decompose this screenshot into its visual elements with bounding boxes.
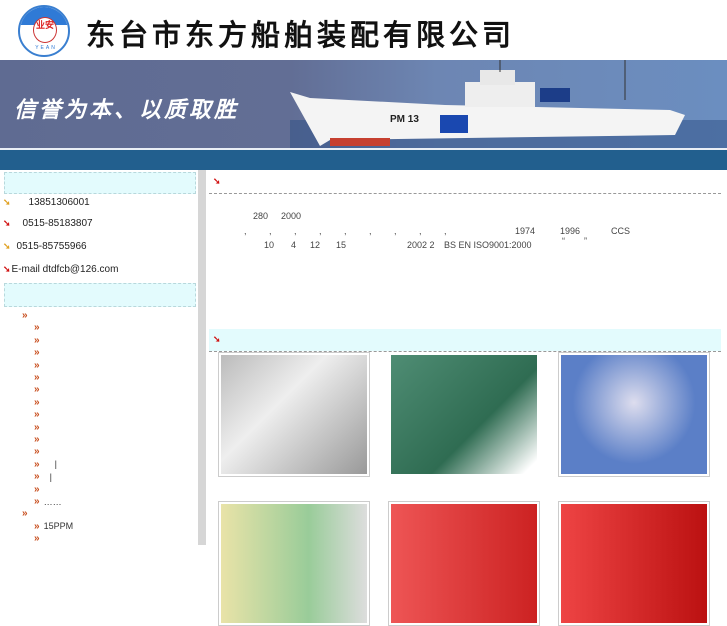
double-chevron-icon: » xyxy=(34,446,39,458)
double-chevron-icon: » xyxy=(34,471,39,483)
product-breathing-apparatus[interactable] xyxy=(558,352,710,477)
product-category-header xyxy=(4,283,196,307)
logo-sub: YEAN xyxy=(35,45,57,51)
menu-item[interactable]: » | xyxy=(34,471,52,482)
menu-item[interactable]: » 15PPM xyxy=(34,521,73,532)
about-text: “ xyxy=(562,236,565,246)
menu-item[interactable]: » xyxy=(34,322,44,333)
menu-item[interactable]: » xyxy=(34,434,44,445)
slogan: 信誉为本、以质取胜 xyxy=(14,98,240,123)
about-text: 1974 xyxy=(515,226,536,236)
double-chevron-icon: » xyxy=(34,334,39,346)
product-5[interactable] xyxy=(388,501,540,626)
column-separator xyxy=(198,170,206,545)
about-punct: , , , , , , , , , xyxy=(244,226,457,236)
double-chevron-icon: » xyxy=(34,372,39,383)
menu-item[interactable]: » xyxy=(34,484,44,495)
double-chevron-icon: » xyxy=(34,396,39,408)
arrow-icon: ➘ xyxy=(3,264,11,274)
contact-text: 0515-85755966 xyxy=(16,241,87,252)
about-text: 280 xyxy=(253,211,269,221)
about-text: 4 xyxy=(291,240,297,250)
arrow-icon: ➘ xyxy=(3,218,11,228)
double-chevron-icon: » xyxy=(34,409,39,421)
about-text: CCS xyxy=(611,226,631,236)
menu-item[interactable]: » xyxy=(34,372,44,383)
company-logo[interactable]: 业安 YEAN xyxy=(18,5,70,57)
product-oil-water-separator[interactable] xyxy=(388,352,540,477)
double-chevron-icon: » xyxy=(34,458,39,470)
menu-item[interactable]: » xyxy=(34,446,44,457)
main-content: ➘ 280 2000 , , , , , , , , , 1974 1996 C… xyxy=(206,170,727,626)
menu-item-label: 15PPM xyxy=(43,521,74,532)
arrow-icon: ➘ xyxy=(3,241,11,251)
menu-item[interactable]: » xyxy=(34,422,44,433)
ship-label: PM 13 xyxy=(390,114,419,125)
product-6[interactable] xyxy=(558,501,710,626)
arrow-icon: ➘ xyxy=(3,197,11,207)
banner: 信誉为本、以质取胜 PM 13 xyxy=(0,60,727,148)
contact-text: 13851306001 xyxy=(28,197,90,208)
about-text: 10 xyxy=(264,240,275,250)
divider xyxy=(209,193,721,194)
contact-text: 0515-85183807 xyxy=(22,218,93,229)
double-chevron-icon: » xyxy=(34,533,39,545)
about-text: 15 xyxy=(336,240,347,250)
about-header: ➘ xyxy=(209,172,721,194)
menu-item[interactable]: » | xyxy=(34,459,57,470)
menu-item-label: …… xyxy=(43,496,62,507)
contact-fax: ➘ 0515-85755966 xyxy=(3,241,87,252)
left-sidebar: ➘ 13851306001 ➘ 0515-85183807 ➘ 0515-857559… xyxy=(0,170,198,545)
ship-image: PM 13 xyxy=(290,60,727,148)
menu-item[interactable]: » xyxy=(34,360,44,371)
double-chevron-icon: » xyxy=(34,347,39,359)
double-chevron-icon: » xyxy=(34,322,39,334)
menu-category[interactable]: » xyxy=(22,310,29,321)
menu-item-label: | xyxy=(49,471,52,482)
menu-item-label: | xyxy=(54,459,57,470)
about-text: ” xyxy=(584,236,587,246)
arrow-icon: ➘ xyxy=(213,176,221,186)
menu-item[interactable]: » xyxy=(34,384,44,395)
double-chevron-icon: » xyxy=(34,359,39,371)
double-chevron-icon: » xyxy=(34,483,39,495)
double-chevron-icon: » xyxy=(34,520,39,532)
menu-item[interactable]: » …… xyxy=(34,496,62,507)
double-chevron-icon: » xyxy=(22,508,27,520)
about-text: 1996 xyxy=(560,226,581,236)
about-text: 2000 xyxy=(281,211,302,221)
contact-email[interactable]: ➘ E-mail dtdfcb@126.com xyxy=(3,264,118,275)
menu-item[interactable]: » xyxy=(34,347,44,358)
products-header: ➘ xyxy=(209,329,721,351)
double-chevron-icon: » xyxy=(34,434,39,445)
menu-item[interactable]: » xyxy=(34,397,44,408)
contact-phone: ➘ 0515-85183807 xyxy=(3,218,93,229)
menu-item[interactable]: » xyxy=(34,335,44,346)
product-4[interactable] xyxy=(218,501,370,626)
about-text: 2002 2 xyxy=(407,240,435,250)
about-text: 12 xyxy=(310,240,321,250)
company-name: 东台市东方船舶装配有限公司 xyxy=(86,18,516,52)
menu-item[interactable]: » xyxy=(34,409,44,420)
double-chevron-icon: » xyxy=(34,384,39,396)
double-chevron-icon: » xyxy=(22,310,27,321)
nav-bar xyxy=(0,148,727,170)
contact-text: E-mail dtdfcb@126.com xyxy=(11,264,119,275)
menu-item[interactable]: » xyxy=(34,533,44,544)
product-sewage-treatment-unit[interactable] xyxy=(218,352,370,477)
contact-header xyxy=(4,172,196,194)
menu-category[interactable]: » xyxy=(22,508,29,519)
site-header: 业安 YEAN 东台市东方船舶装配有限公司 xyxy=(0,0,727,59)
double-chevron-icon: » xyxy=(34,496,39,507)
contact-mobile: ➘ 13851306001 xyxy=(3,197,90,208)
arrow-icon: ➘ xyxy=(213,334,221,344)
logo-text: 业安 xyxy=(33,17,57,43)
about-text: BS EN ISO9001:2000 xyxy=(444,240,532,250)
double-chevron-icon: » xyxy=(34,421,39,433)
